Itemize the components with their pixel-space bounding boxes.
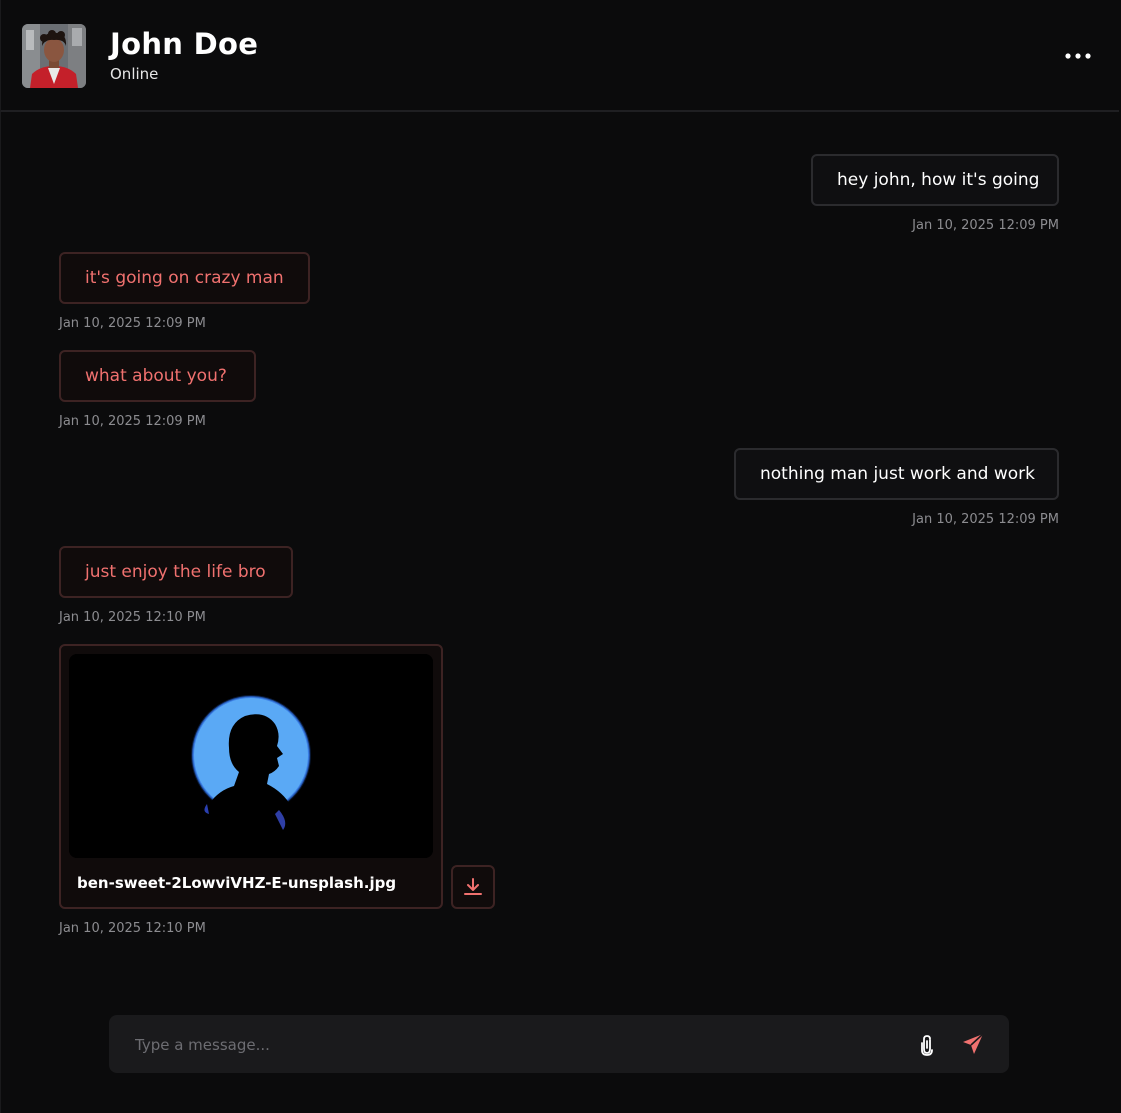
- message-timestamp: Jan 10, 2025 12:09 PM: [912, 218, 1059, 233]
- message-composer: [109, 1015, 1009, 1073]
- chat-header: John Doe Online: [0, 0, 1119, 112]
- message-timestamp: Jan 10, 2025 12:10 PM: [59, 921, 206, 936]
- download-button[interactable]: [451, 865, 495, 909]
- divider: [0, 112, 1, 1113]
- send-button[interactable]: [959, 1030, 987, 1058]
- message-text: nothing man just work and work: [760, 464, 1035, 484]
- attachment-filename: ben-sweet-2LowviVHZ-E-unsplash.jpg: [77, 874, 397, 892]
- send-icon: [963, 1033, 984, 1054]
- message-timestamp: Jan 10, 2025 12:09 PM: [59, 316, 206, 331]
- message-timestamp: Jan 10, 2025 12:09 PM: [59, 414, 206, 429]
- paperclip-icon: [921, 1035, 933, 1056]
- more-horizontal-icon: [1065, 53, 1091, 59]
- message-bubble-received[interactable]: just enjoy the life bro: [59, 546, 293, 598]
- message-timestamp: Jan 10, 2025 12:09 PM: [912, 512, 1059, 527]
- message-text: hey john, how it's going: [837, 170, 1040, 190]
- message-input[interactable]: [133, 1031, 897, 1059]
- avatar[interactable]: [22, 24, 86, 88]
- message-bubble-received[interactable]: it's going on crazy man: [59, 252, 310, 304]
- chat-window: John Doe Online hey john, how it's going…: [0, 0, 1121, 1113]
- more-options-button[interactable]: [1059, 44, 1097, 68]
- message-text: it's going on crazy man: [85, 268, 284, 288]
- attachment-image[interactable]: [69, 654, 433, 858]
- message-bubble-sent[interactable]: nothing man just work and work: [734, 448, 1059, 500]
- message-timestamp: Jan 10, 2025 12:10 PM: [59, 610, 206, 625]
- attach-file-button[interactable]: [915, 1032, 939, 1058]
- message-bubble-received[interactable]: what about you?: [59, 350, 256, 402]
- message-text: what about you?: [85, 366, 227, 386]
- contact-name: John Doe: [110, 27, 259, 61]
- download-icon: [464, 878, 482, 895]
- status-text: Online: [110, 65, 159, 83]
- message-bubble-sent[interactable]: hey john, how it's going: [811, 154, 1059, 206]
- attachment-card[interactable]: ben-sweet-2LowviVHZ-E-unsplash.jpg: [59, 644, 443, 909]
- message-text: just enjoy the life bro: [85, 562, 266, 582]
